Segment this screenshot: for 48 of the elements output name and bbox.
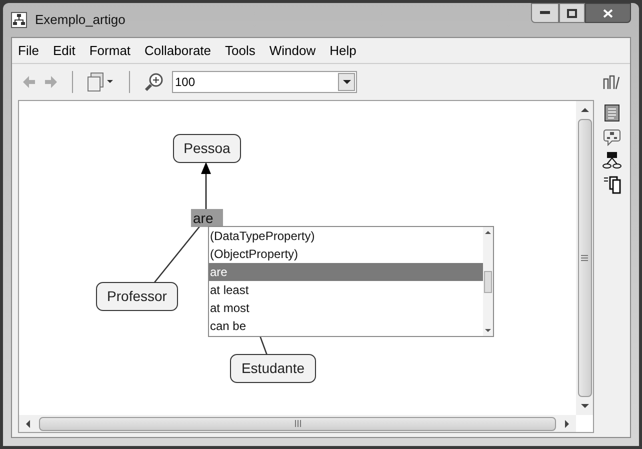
hierarchy-icon[interactable] [602,152,622,170]
dropdown-arrow-icon [342,80,350,84]
list-scrollbar[interactable] [483,227,493,336]
connector-line [153,226,201,283]
maximize-icon [567,8,577,18]
document-icon[interactable] [604,104,620,122]
minimize-icon [540,11,550,15]
vertical-scrollbar[interactable] [576,101,593,415]
speech-bubble-icon[interactable] [603,128,621,146]
menu-item[interactable]: Format [89,40,131,60]
concept-node[interactable]: Estudante [230,354,316,383]
view-menu-icon[interactable] [87,72,115,92]
zoom-icon[interactable] [144,72,164,92]
menu-item[interactable]: Window [269,40,316,60]
suggestion-item[interactable]: (DataTypeProperty) [209,227,483,245]
menu-item[interactable]: Help [330,40,356,60]
linking-phrase-field[interactable]: are [191,209,223,227]
suggestion-item[interactable]: (ObjectProperty) [209,245,483,263]
scroll-thumb[interactable] [39,416,556,430]
scroll-right-icon [562,420,572,428]
pages-icon[interactable] [603,176,621,194]
concept-node[interactable]: Pessoa [173,134,241,163]
scroll-thumb[interactable] [484,270,492,292]
suggestion-item[interactable]: at least [209,281,483,299]
zoom-combo-box[interactable]: 100 [172,71,357,93]
minimize-button[interactable] [531,3,559,23]
scroll-thumb[interactable] [578,119,592,397]
horizontal-scrollbar[interactable] [19,415,576,432]
scroll-up-icon [580,105,588,115]
scroll-down-icon [580,401,588,411]
maximize-button[interactable] [559,3,585,23]
menu-item[interactable]: Collaborate [144,40,212,60]
suggestion-item[interactable]: at most [209,299,483,317]
close-icon [603,8,613,18]
connector-line [259,336,269,355]
menu-item[interactable]: Edit [52,40,76,60]
window-title: Exemplo_artigo [35,11,126,30]
suggestion-item[interactable]: are [209,263,483,281]
menu-item[interactable]: File [18,40,39,60]
suggestion-item[interactable]: can be [209,317,483,335]
concept-node[interactable]: Professor [96,282,178,311]
tools-icon[interactable] [602,73,620,91]
grip-icon [294,420,300,427]
app-icon [11,12,27,28]
menu-item[interactable]: Tools [225,40,256,60]
grip-icon [581,255,588,261]
connector-arrow [200,162,212,210]
close-button[interactable] [585,3,631,23]
